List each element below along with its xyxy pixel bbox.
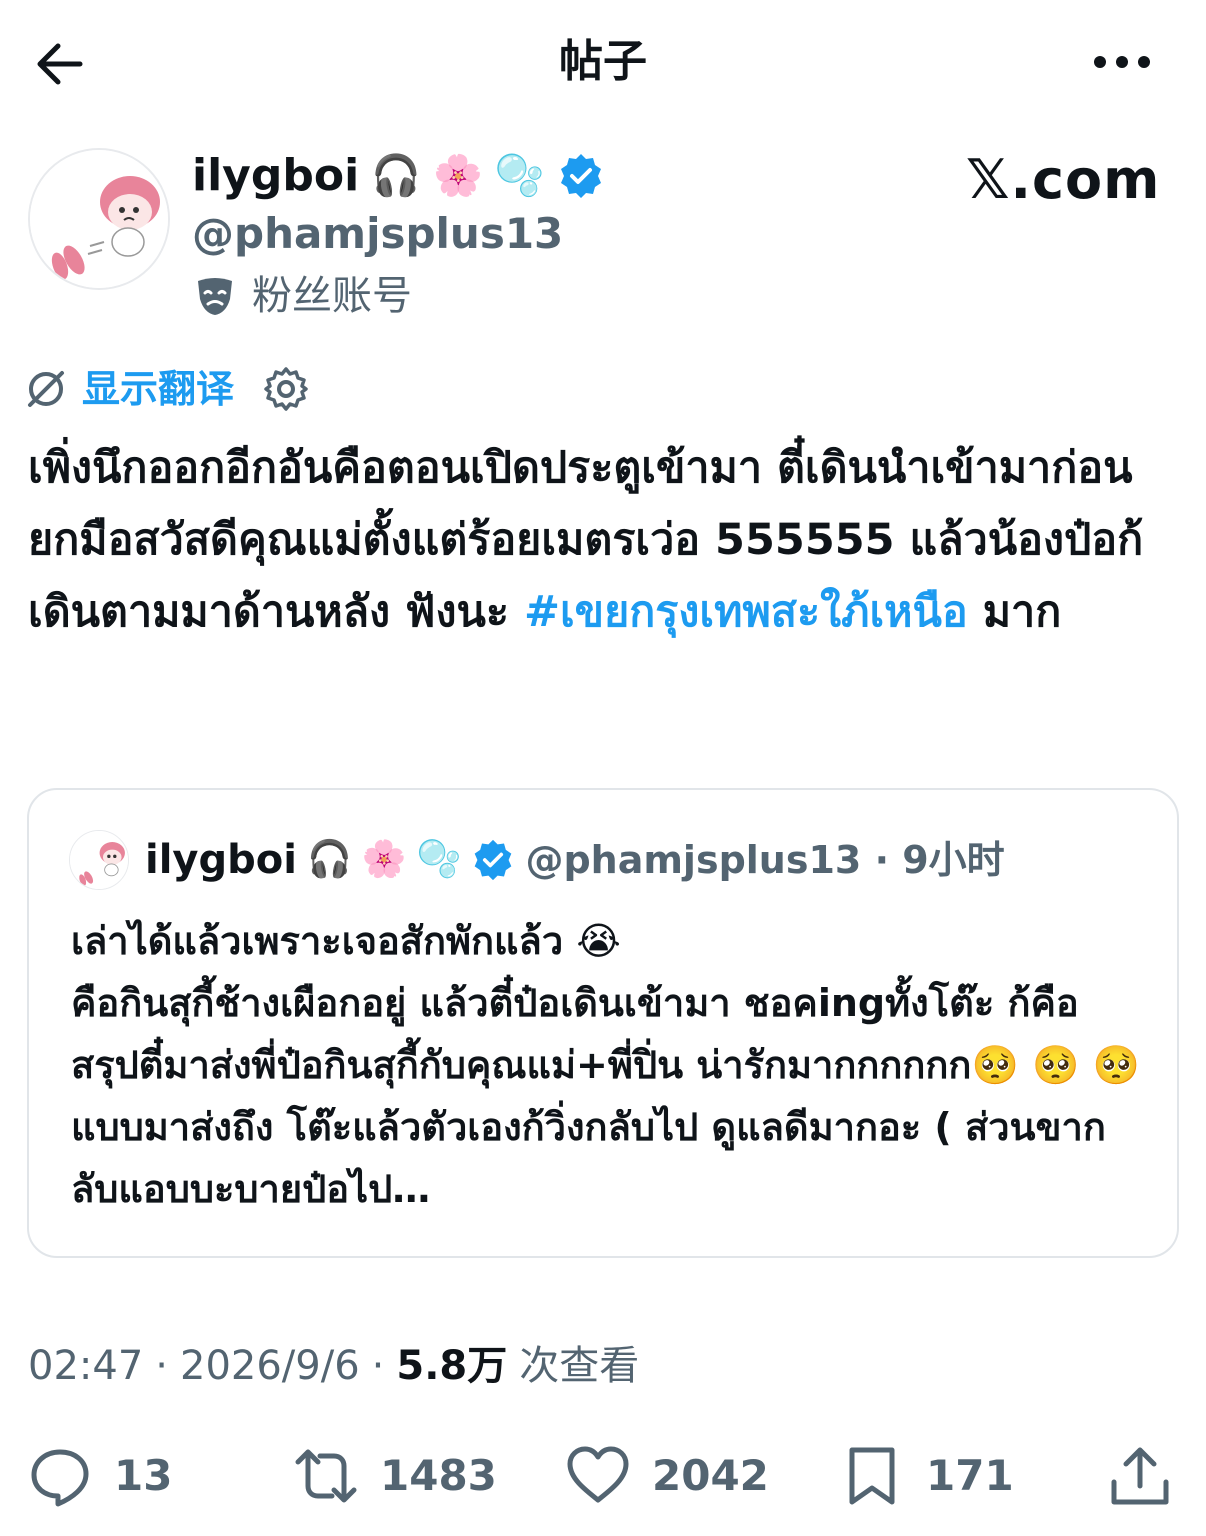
share-button[interactable] xyxy=(1108,1436,1172,1516)
avatar[interactable] xyxy=(28,148,170,290)
action-bar: 13 1483 2042 171 xyxy=(0,1436,1206,1516)
quoted-author-name: ilygboi xyxy=(145,837,297,883)
tweet-date: 2026/9/6 xyxy=(180,1343,360,1389)
fan-account-label: 粉丝账号 xyxy=(252,273,412,319)
bookmark-icon xyxy=(849,1447,895,1505)
author-name-row[interactable]: ilygboi 🎧 🌸 🫧 xyxy=(192,146,605,206)
settings-gear-icon[interactable] xyxy=(262,365,310,413)
page-title: 帖子 xyxy=(559,36,647,87)
view-count: 5.8万 xyxy=(396,1343,508,1389)
hashtag-link[interactable]: #เขยกรุงเทพสะใภ้เหนือ xyxy=(524,587,968,637)
tweet-meta: 02:47 · 2026/9/6 · 5.8万 次查看 xyxy=(28,1336,639,1396)
view-count-label: 次查看 xyxy=(519,1343,640,1389)
quoted-avatar xyxy=(69,830,129,890)
top-bar: 帖子 xyxy=(0,0,1206,125)
author-header: ilygboi 🎧 🌸 🫧 @phamjsplus13 粉丝账号 𝕏.com xyxy=(0,140,1206,330)
fan-account-row: 粉丝账号 xyxy=(192,268,412,324)
tweet-text: เพิ่งนึกออกอีกอันคือตอนเปิดประตูเข้ามา ต… xyxy=(28,432,1178,648)
meta-separator: · xyxy=(371,1343,385,1389)
quoted-verified-badge-icon xyxy=(475,839,512,881)
reply-icon xyxy=(31,1449,89,1507)
cherry-blossom-emoji: 🌸 xyxy=(432,153,483,199)
tweet-body-tail: มาก xyxy=(967,587,1062,637)
verified-badge-icon xyxy=(560,154,601,198)
more-horizontal-icon[interactable] xyxy=(1090,44,1154,80)
quoted-avatar-illustration xyxy=(70,831,128,889)
share-icon xyxy=(1111,1447,1169,1505)
repost-button[interactable]: 1483 xyxy=(294,1436,497,1516)
heart-icon xyxy=(567,1446,629,1503)
author-name[interactable]: ilygboi xyxy=(192,146,359,206)
quoted-tweet-text: เล่าได้แล้วเพราะเจอสักพักแล้ว 😭 คือกินสุ… xyxy=(71,919,1140,1211)
reply-button[interactable]: 13 xyxy=(28,1436,172,1516)
like-count: 2042 xyxy=(652,1451,769,1500)
x-brand-logo: 𝕏.com xyxy=(966,148,1161,211)
quoted-headphones-emoji: 🎧 xyxy=(306,839,352,880)
repost-icon xyxy=(295,1449,357,1503)
quoted-tweet-card[interactable]: ilygboi 🎧 🌸 🫧 @phamjsplus13 · 9小时 เล่าได… xyxy=(27,788,1179,1258)
show-translation-link[interactable]: 显示翻译 xyxy=(82,362,234,416)
theater-mask-icon xyxy=(198,278,232,315)
quoted-handle-and-time: @phamjsplus13 · 9小时 xyxy=(525,838,1005,882)
quoted-cherry-blossom-emoji: 🌸 xyxy=(361,839,407,880)
author-handle[interactable]: @phamjsplus13 xyxy=(192,204,563,264)
meta-separator: · xyxy=(155,1343,168,1389)
bookmark-count: 171 xyxy=(926,1451,1014,1500)
quoted-tweet-header: ilygboi 🎧 🌸 🫧 @phamjsplus13 · 9小时 xyxy=(69,830,1005,890)
reply-count: 13 xyxy=(114,1451,173,1500)
translate-row[interactable]: 显示翻译 xyxy=(24,362,310,416)
repost-count: 1483 xyxy=(380,1451,497,1500)
headphones-emoji: 🎧 xyxy=(371,153,421,199)
quoted-bubbles-emoji: 🫧 xyxy=(416,839,462,880)
translate-off-icon xyxy=(28,371,64,407)
bubbles-emoji: 🫧 xyxy=(494,153,545,199)
like-button[interactable]: 2042 xyxy=(566,1436,769,1516)
avatar-illustration xyxy=(30,150,168,288)
tweet-time: 02:47 xyxy=(28,1343,144,1389)
bookmark-button[interactable]: 171 xyxy=(840,1436,1014,1516)
